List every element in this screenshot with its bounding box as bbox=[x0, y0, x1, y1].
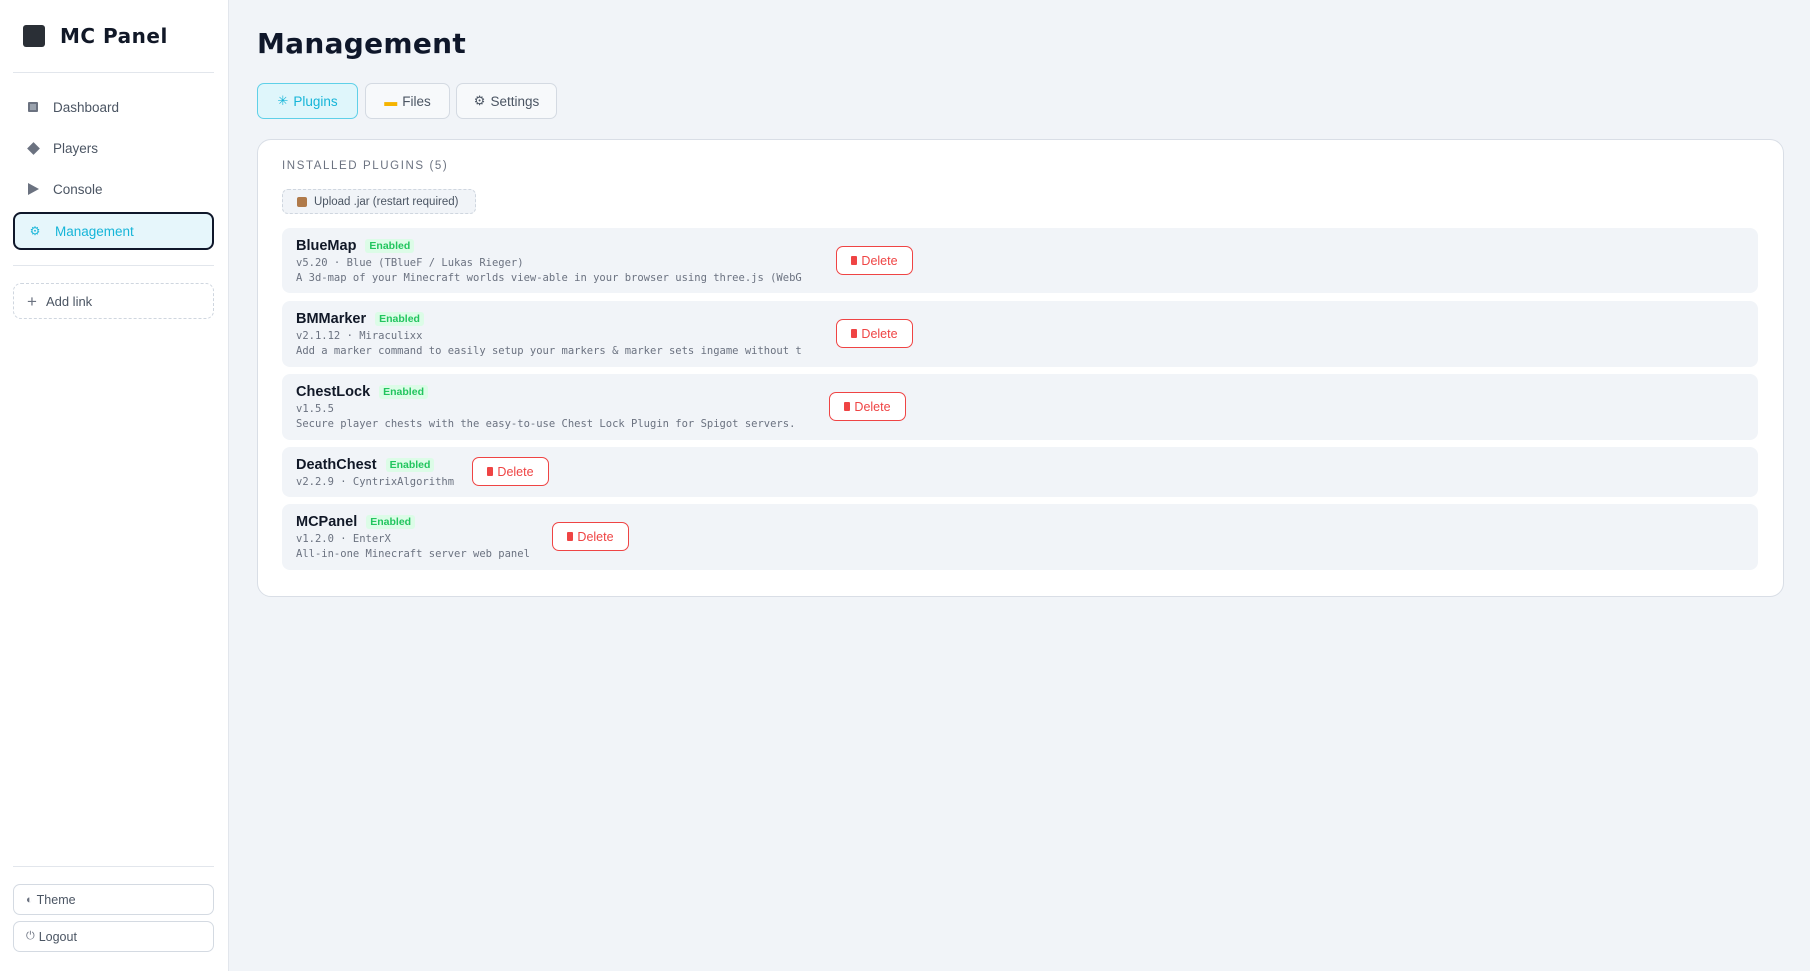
app-name: MC Panel bbox=[60, 24, 168, 48]
sidebar-item-management[interactable]: ⚙ Management bbox=[13, 212, 214, 250]
add-link-button[interactable]: + Add link bbox=[13, 283, 214, 319]
plugin-description: Add a marker command to easily setup you… bbox=[296, 345, 802, 357]
players-icon bbox=[26, 141, 40, 155]
divider bbox=[13, 265, 214, 266]
plugin-row: MCPanel Enabled v1.2.0 · EnterX All-in-o… bbox=[282, 504, 1758, 570]
add-link-label: Add link bbox=[45, 293, 93, 309]
sidebar-item-console[interactable]: Console bbox=[13, 170, 214, 208]
tab-label: Settings bbox=[490, 93, 540, 109]
plugin-meta: v2.1.12 · Miraculixx bbox=[296, 330, 423, 342]
trash-icon bbox=[844, 402, 851, 411]
sidebar-item-players[interactable]: Players bbox=[13, 129, 214, 167]
console-icon bbox=[27, 183, 39, 195]
plugin-description: Secure player chests with the easy-to-us… bbox=[296, 418, 796, 430]
gear-icon: ⚙ bbox=[29, 224, 41, 238]
plus-icon: + bbox=[27, 291, 37, 311]
divider bbox=[13, 72, 214, 73]
plugin-description: All-in-one Minecraft server web panel bbox=[296, 548, 530, 560]
delete-label: Delete bbox=[497, 464, 534, 479]
delete-label: Delete bbox=[854, 399, 891, 414]
sidebar-item-label: Console bbox=[53, 181, 103, 197]
sidebar-item-label: Management bbox=[55, 223, 134, 239]
tab-label: Files bbox=[402, 93, 431, 109]
sidebar-item-dashboard[interactable]: Dashboard bbox=[13, 88, 214, 126]
sidebar-item-label: Dashboard bbox=[53, 99, 120, 115]
plugin-row: BMMarker Enabled v2.1.12 · Miraculixx Ad… bbox=[282, 301, 1758, 367]
delete-label: Delete bbox=[577, 529, 614, 544]
status-badge: Enabled bbox=[379, 385, 428, 399]
upload-label: Upload .jar (restart required) bbox=[314, 195, 459, 208]
plugin-meta: v1.2.0 · EnterX bbox=[296, 533, 391, 545]
delete-button[interactable]: Delete bbox=[836, 319, 913, 348]
dashboard-icon bbox=[27, 101, 39, 113]
brand[interactable]: MC Panel bbox=[23, 24, 168, 48]
power-icon: ⏻ bbox=[26, 930, 35, 942]
delete-label: Delete bbox=[861, 326, 898, 341]
delete-button[interactable]: Delete bbox=[836, 246, 913, 275]
gear-icon: ⚙ bbox=[473, 93, 486, 108]
trash-icon bbox=[851, 256, 858, 265]
status-badge: Enabled bbox=[366, 515, 416, 529]
plugin-meta: v1.5.5 bbox=[296, 403, 334, 415]
logo-icon bbox=[23, 25, 45, 47]
status-badge: Enabled bbox=[375, 312, 424, 326]
sidebar: MC Panel Dashboard Players Console ⚙ Man… bbox=[0, 0, 229, 971]
plugins-card: INSTALLED PLUGINS (5) Upload .jar (resta… bbox=[257, 139, 1784, 597]
delete-button[interactable]: Delete bbox=[552, 522, 629, 551]
theme-button[interactable]: ◐ Theme bbox=[13, 884, 214, 915]
delete-label: Delete bbox=[861, 253, 898, 268]
plugin-row: ChestLock Enabled v1.5.5 Secure player c… bbox=[282, 374, 1758, 440]
package-icon bbox=[297, 196, 307, 207]
sidebar-item-label: Players bbox=[53, 140, 99, 156]
delete-button[interactable]: Delete bbox=[829, 392, 906, 421]
tab-label: Plugins bbox=[293, 93, 338, 109]
upload-jar-button[interactable]: Upload .jar (restart required) bbox=[282, 189, 476, 214]
divider bbox=[13, 866, 214, 867]
plugin-row: BlueMap Enabled v5.20 · Blue (TBlueF / L… bbox=[282, 228, 1758, 293]
status-badge: Enabled bbox=[365, 239, 415, 253]
plugin-name: MCPanel bbox=[296, 514, 358, 530]
theme-label: Theme bbox=[36, 892, 76, 907]
plugin-meta: v2.2.9 · CyntrixAlgorithm bbox=[296, 476, 455, 488]
status-badge: Enabled bbox=[385, 458, 435, 472]
section-heading: INSTALLED PLUGINS (5) bbox=[282, 160, 449, 172]
plugin-name: BMMarker bbox=[296, 311, 367, 327]
trash-icon bbox=[851, 329, 858, 338]
theme-icon: ◐ bbox=[26, 893, 33, 906]
logout-button[interactable]: ⏻ Logout bbox=[13, 921, 214, 952]
plugin-row: DeathChest Enabled v2.2.9 · CyntrixAlgor… bbox=[282, 447, 1758, 497]
plugin-name: DeathChest bbox=[296, 457, 377, 473]
tab-plugins[interactable]: ✳ Plugins bbox=[257, 83, 358, 119]
tab-settings[interactable]: ⚙ Settings bbox=[456, 83, 557, 119]
logout-label: Logout bbox=[38, 929, 77, 944]
delete-button[interactable]: Delete bbox=[472, 457, 549, 486]
folder-icon: ▬ bbox=[384, 93, 398, 109]
puzzle-icon: ✳ bbox=[277, 93, 289, 108]
plugin-name: BlueMap bbox=[296, 238, 357, 254]
tab-files[interactable]: ▬ Files bbox=[365, 83, 450, 119]
trash-icon bbox=[487, 467, 494, 476]
plugin-description: A 3d-map of your Minecraft worlds view-a… bbox=[296, 272, 802, 284]
plugin-name: ChestLock bbox=[296, 384, 371, 400]
plugin-meta: v5.20 · Blue (TBlueF / Lukas Rieger) bbox=[296, 257, 524, 269]
page-title: Management bbox=[257, 27, 467, 60]
trash-icon bbox=[567, 532, 574, 541]
